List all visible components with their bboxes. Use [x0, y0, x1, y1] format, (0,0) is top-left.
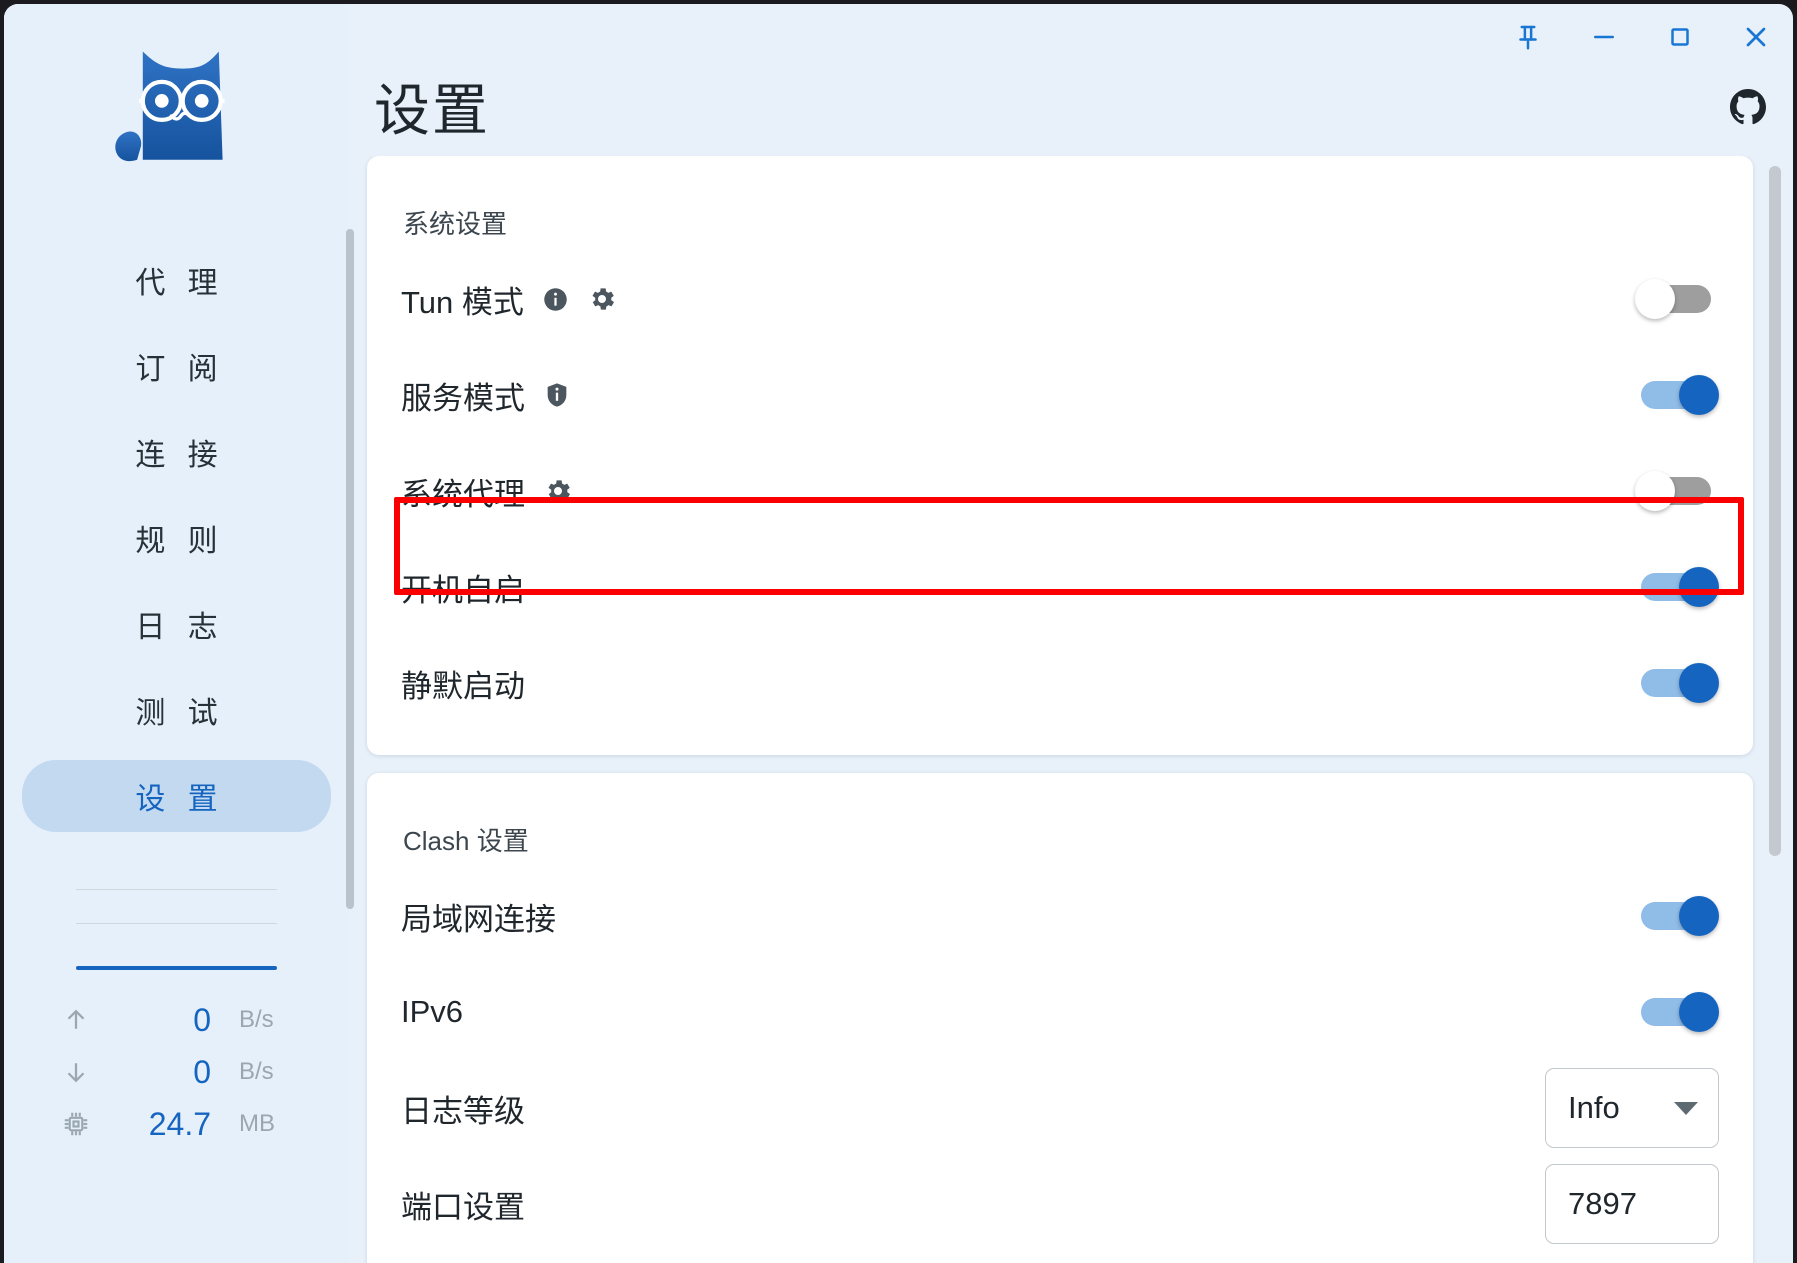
clash-settings-title: Clash 设置 — [403, 826, 529, 856]
traffic-stats: 0 B/s 0 B/s 24.7 MB — [4, 994, 349, 1150]
row-lan-connection: 局域网连接 — [401, 868, 1719, 964]
service-mode-label: 服务模式 — [401, 380, 525, 416]
ipv6-toggle[interactable] — [1635, 989, 1719, 1035]
system-settings-card: 系统设置 Tun 模式 服务模式 系统代理 开机自启 静默启动 — [367, 156, 1753, 755]
port-setting-label: 端口设置 — [401, 1189, 525, 1225]
sidebar-item-settings[interactable]: 设 置 — [22, 760, 331, 832]
row-auto-launch: 开机自启 — [401, 539, 1719, 635]
row-service-mode: 服务模式 — [401, 347, 1719, 443]
github-icon[interactable] — [1727, 86, 1769, 128]
pin-icon[interactable] — [1507, 16, 1549, 58]
download-value: 0 — [193, 1053, 211, 1090]
sidebar: 代 理 订 阅 连 接 规 则 日 志 测 试 设 置 0 B/s 0 B/s … — [4, 4, 354, 1263]
settings-scroll-area[interactable]: 系统设置 Tun 模式 服务模式 系统代理 开机自启 静默启动 Clash 设置… — [349, 156, 1793, 1263]
row-system-proxy: 系统代理 — [401, 443, 1719, 539]
upload-unit: B/s — [239, 1006, 274, 1033]
lan-connection-toggle[interactable] — [1635, 893, 1719, 939]
content-scrollbar[interactable] — [1769, 166, 1781, 856]
close-icon[interactable] — [1735, 16, 1777, 58]
maximize-icon[interactable] — [1659, 16, 1701, 58]
row-silent-start: 静默启动 — [401, 635, 1719, 731]
tun-mode-toggle[interactable] — [1635, 276, 1719, 322]
row-ipv6: IPv6 — [401, 964, 1719, 1060]
app-logo — [77, 18, 277, 218]
page-title: 设置 — [374, 79, 490, 142]
lan-connection-label: 局域网连接 — [401, 901, 556, 937]
sidebar-item-connections[interactable]: 连 接 — [22, 416, 331, 488]
sidebar-nav: 代 理 订 阅 连 接 规 则 日 志 测 试 设 置 — [4, 244, 349, 846]
system-proxy-toggle[interactable] — [1635, 468, 1719, 514]
sidebar-item-rules[interactable]: 规 则 — [22, 502, 331, 574]
row-log-level: 日志等级 Info — [401, 1060, 1719, 1156]
sidebar-dividers — [4, 856, 349, 970]
main-area: 设置 系统设置 Tun 模式 服务模式 系统代理 开机自启 静默启动 Clash… — [349, 4, 1793, 1263]
memory-unit: MB — [239, 1110, 275, 1137]
service-mode-toggle[interactable] — [1635, 372, 1719, 418]
auto-launch-label: 开机自启 — [401, 572, 525, 608]
system-settings-title: 系统设置 — [403, 209, 508, 239]
upload-value: 0 — [193, 1001, 211, 1038]
log-level-value: Info — [1568, 1090, 1620, 1125]
gear-icon[interactable] — [587, 284, 617, 314]
silent-start-toggle[interactable] — [1635, 660, 1719, 706]
download-unit: B/s — [239, 1058, 274, 1085]
log-level-label: 日志等级 — [401, 1093, 525, 1129]
sidebar-item-proxies[interactable]: 代 理 — [22, 244, 331, 316]
divider-accent — [76, 966, 277, 970]
shield-info-icon[interactable] — [543, 381, 571, 409]
stat-memory: 24.7 MB — [50, 1098, 303, 1150]
stat-upload: 0 B/s — [50, 994, 303, 1046]
memory-value: 24.7 — [148, 1105, 211, 1142]
app-window: 代 理 订 阅 连 接 规 则 日 志 测 试 设 置 0 B/s 0 B/s … — [4, 4, 1793, 1263]
chevron-down-icon — [1674, 1101, 1698, 1115]
clash-settings-card: Clash 设置 局域网连接 IPv6 日志等级 Info 端口设置 7897 — [367, 773, 1753, 1263]
minimize-icon[interactable] — [1583, 16, 1625, 58]
auto-launch-toggle[interactable] — [1635, 564, 1719, 610]
sidebar-item-profiles[interactable]: 订 阅 — [22, 330, 331, 402]
silent-start-label: 静默启动 — [401, 668, 525, 704]
port-value: 7897 — [1568, 1186, 1637, 1221]
port-input[interactable]: 7897 — [1545, 1164, 1719, 1244]
row-port-setting: 端口设置 7897 — [401, 1156, 1719, 1252]
arrow-down-icon — [50, 1057, 102, 1087]
divider-1 — [76, 889, 277, 890]
row-tun-mode: Tun 模式 — [401, 251, 1719, 347]
gear-icon[interactable] — [543, 476, 573, 506]
title-bar: 设置 — [349, 4, 1793, 156]
sidebar-item-test[interactable]: 测 试 — [22, 674, 331, 746]
ipv6-label: IPv6 — [401, 994, 464, 1029]
info-icon[interactable] — [542, 286, 569, 313]
system-proxy-label: 系统代理 — [401, 476, 525, 512]
sidebar-item-logs[interactable]: 日 志 — [22, 588, 331, 660]
memory-chip-icon — [50, 1109, 102, 1139]
log-level-select[interactable]: Info — [1545, 1068, 1719, 1148]
tun-mode-label: Tun 模式 — [401, 284, 524, 320]
window-controls — [1507, 16, 1777, 58]
stat-download: 0 B/s — [50, 1046, 303, 1098]
arrow-up-icon — [50, 1005, 102, 1035]
divider-2 — [76, 923, 277, 924]
